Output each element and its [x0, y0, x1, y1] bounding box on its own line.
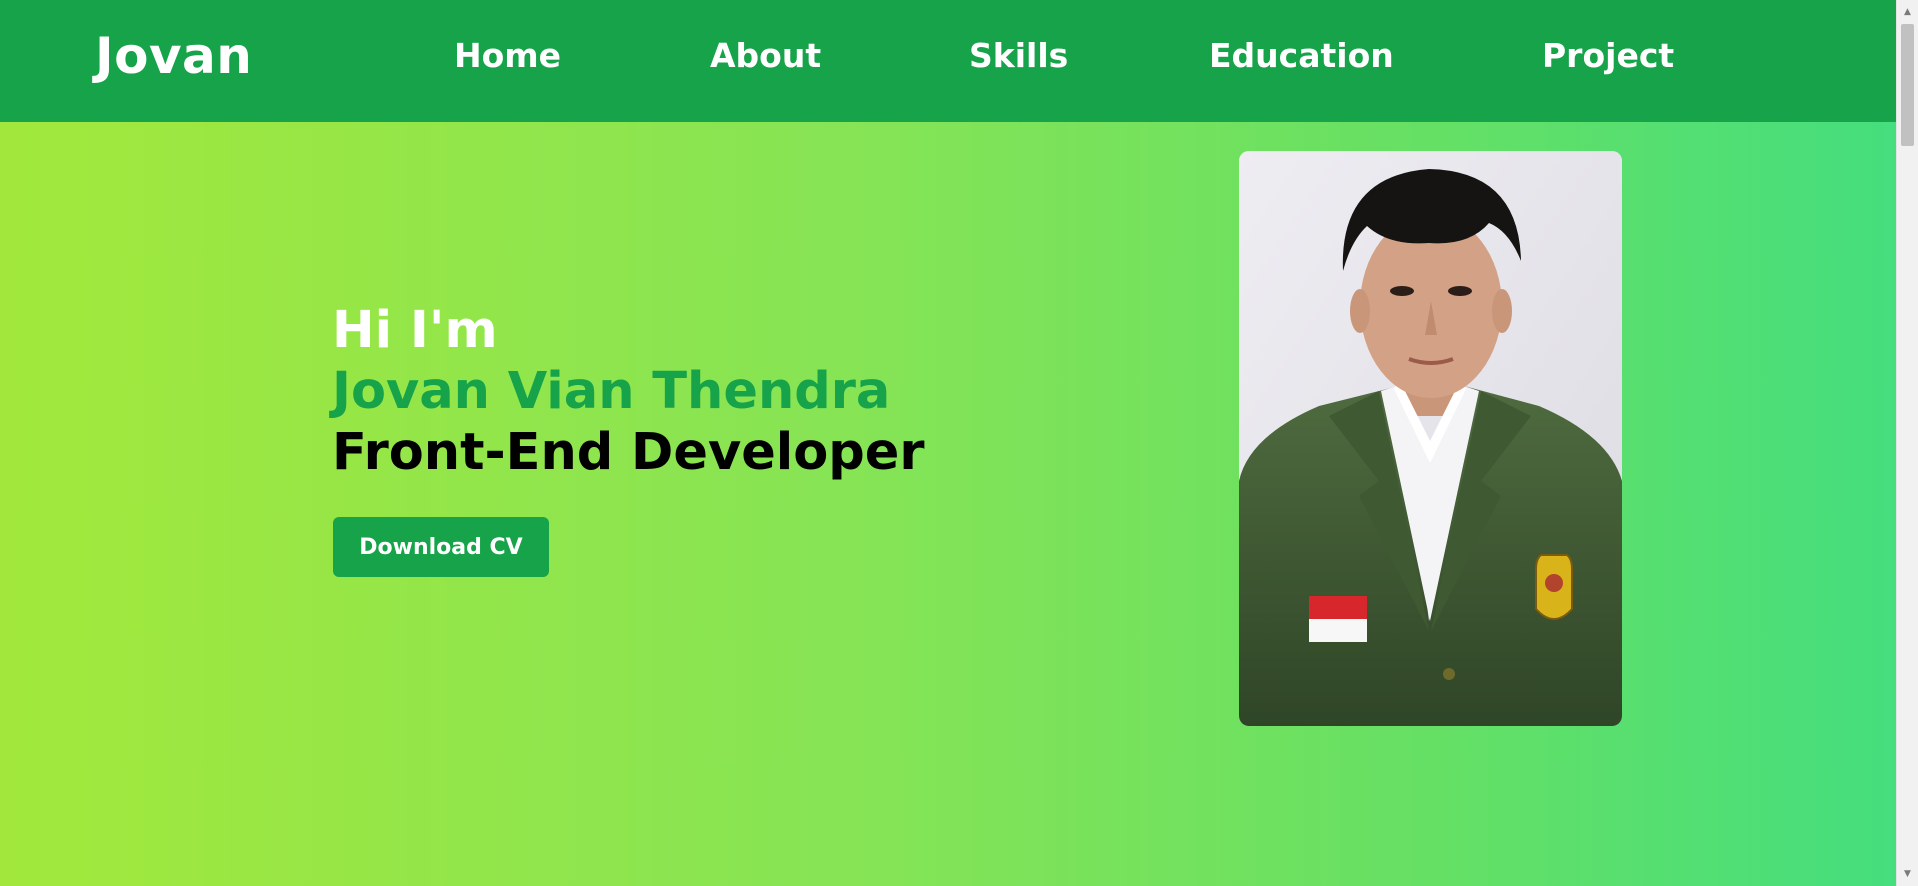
profile-photo [1239, 151, 1622, 726]
hero-section: Hi I'm Jovan Vian Thendra Front-End Deve… [0, 122, 1896, 886]
download-cv-button[interactable]: Download CV [333, 517, 549, 577]
hero-text: Hi I'm Jovan Vian Thendra Front-End Deve… [332, 300, 925, 483]
hero-greeting: Hi I'm [332, 301, 498, 360]
navbar: Jovan Home About Skills Education Projec… [0, 0, 1896, 122]
nav-home[interactable]: Home [454, 36, 561, 76]
hero-name: Jovan Vian Thendra [332, 362, 891, 421]
nav-project[interactable]: Project [1542, 36, 1674, 76]
scroll-up-arrow-icon[interactable]: ▲ [1897, 2, 1918, 22]
hero-role: Front-End Developer [332, 423, 925, 482]
nav-education[interactable]: Education [1209, 36, 1394, 76]
site-logo[interactable]: Jovan [95, 26, 252, 86]
scroll-thumb[interactable] [1901, 24, 1914, 146]
nav-about[interactable]: About [710, 36, 821, 76]
page: Jovan Home About Skills Education Projec… [0, 0, 1918, 886]
scroll-down-arrow-icon[interactable]: ▼ [1897, 864, 1918, 884]
vertical-scrollbar[interactable]: ▲ ▼ [1896, 0, 1918, 886]
nav-skills[interactable]: Skills [969, 36, 1068, 76]
